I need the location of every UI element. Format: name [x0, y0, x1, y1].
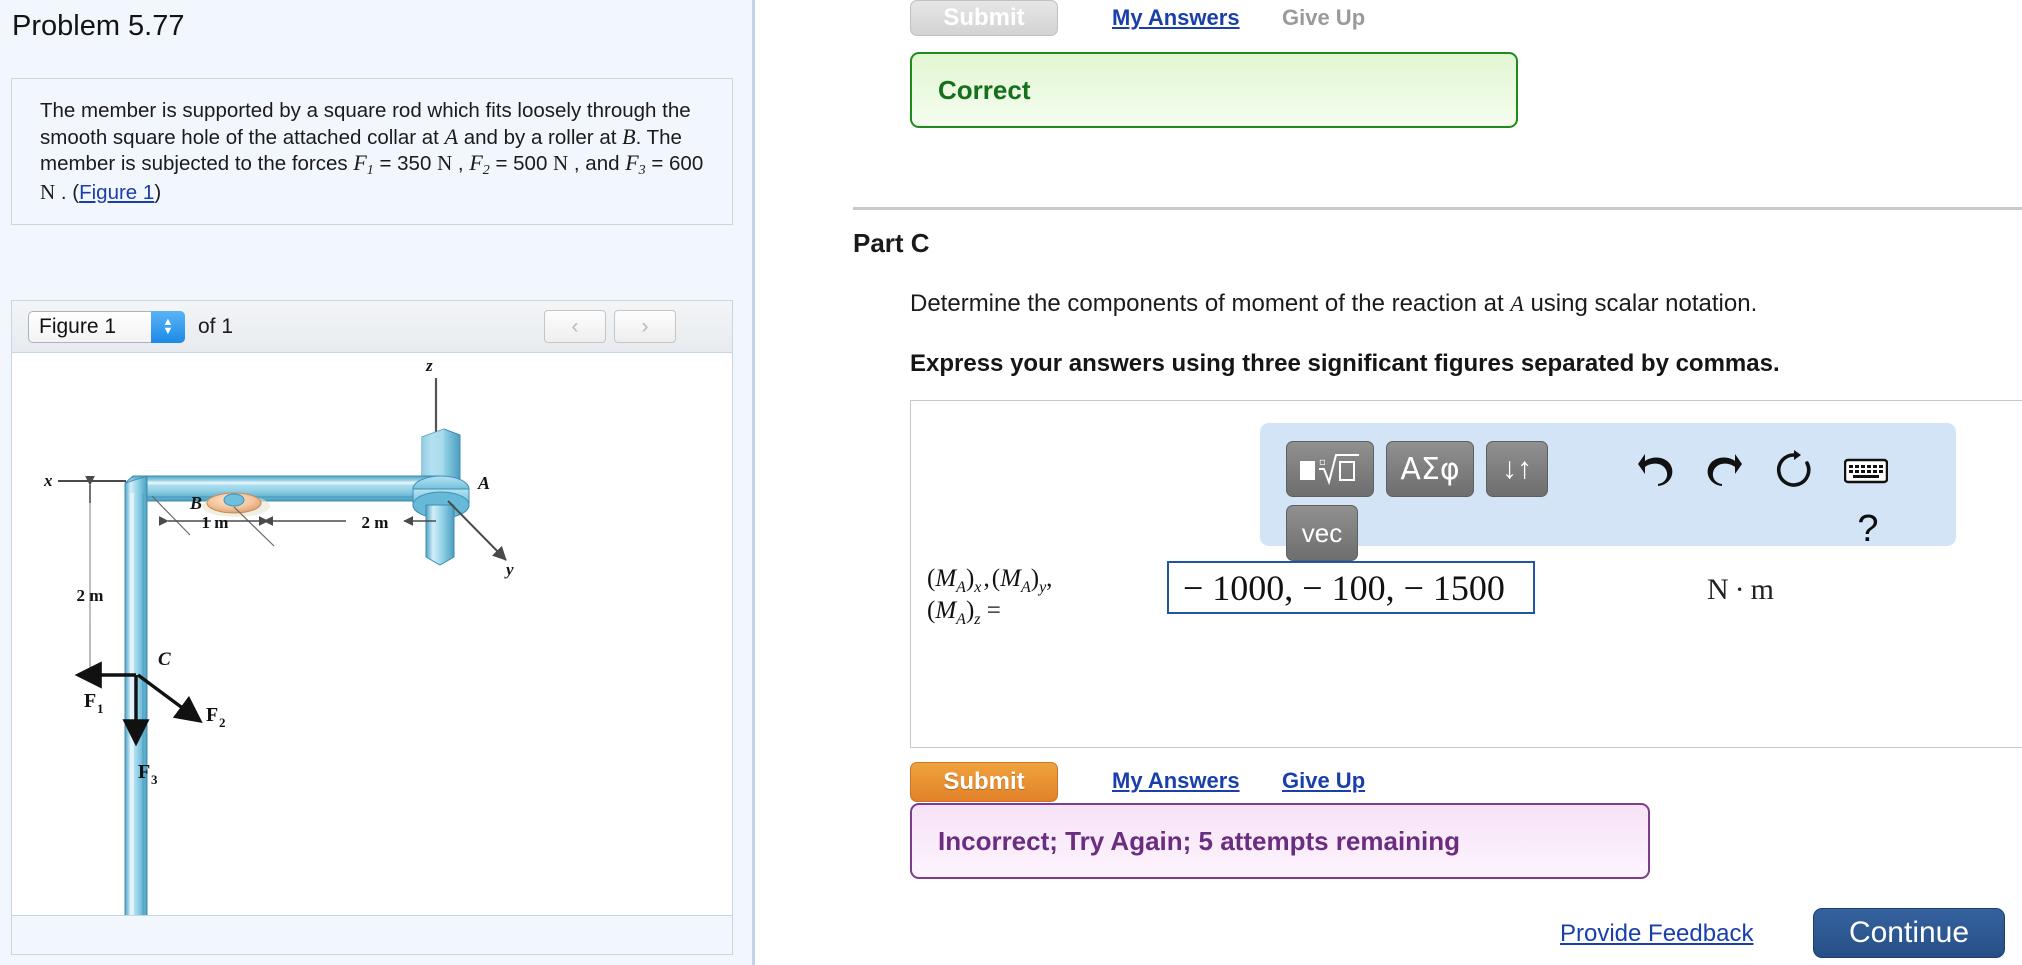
- page-title: Problem 5.77: [12, 10, 185, 42]
- answer-units-label: N · m: [1707, 573, 1775, 606]
- mechanics-diagram: z A y x B 1 m 2 m 2 m C F 1 F 3 F 2: [43, 356, 514, 954]
- question-text-pre: Determine the components of moment of th…: [910, 290, 1511, 317]
- figure-count-label: of 1: [198, 315, 234, 338]
- problem-panel: Problem 5.77 The member is supported by …: [0, 0, 755, 965]
- answer-input[interactable]: − 1000, − 100, − 1500: [1167, 561, 1535, 614]
- statement-var-f3: F: [625, 150, 639, 176]
- vector-button[interactable]: vec: [1286, 505, 1358, 561]
- greek-symbols-button[interactable]: ΑΣφ: [1386, 441, 1474, 497]
- statement-sub-1: 1: [366, 163, 374, 179]
- stepper-down-icon: ▼: [162, 325, 174, 337]
- continue-button[interactable]: Continue: [1813, 908, 2005, 958]
- statement-unit-n-3: N: [40, 179, 56, 204]
- figure-select-stepper-icon[interactable]: ▲ ▼: [151, 311, 185, 343]
- reset-glyph: [1776, 450, 1811, 487]
- svg-text:F: F: [138, 761, 150, 783]
- statement-eq-3: = 600: [645, 152, 704, 176]
- svg-text:B: B: [189, 493, 202, 513]
- answer-entry-box: ▫ ΑΣφ ↓↑ vec ? (MA)x , (MA)y, (MA)z = − …: [910, 400, 2022, 748]
- svg-text:▫: ▫: [1319, 457, 1326, 468]
- submit-button-part-c[interactable]: Submit: [910, 762, 1058, 802]
- reset-icon[interactable]: [1766, 443, 1822, 497]
- figure-select-value: Figure 1: [39, 315, 117, 338]
- undo-glyph: [1638, 454, 1673, 486]
- figure-select[interactable]: Figure 1 ▲ ▼: [28, 311, 185, 343]
- question-text-post: using scalar notation.: [1523, 290, 1758, 317]
- submit-button-part-b: Submit: [910, 0, 1058, 36]
- statement-part-4: ,: [452, 152, 470, 176]
- my-answers-link-part-c[interactable]: My Answers: [1112, 768, 1240, 794]
- figure-1-link[interactable]: Figure 1: [79, 181, 154, 204]
- redo-icon[interactable]: [1696, 445, 1752, 497]
- svg-text:z: z: [425, 356, 433, 375]
- keyboard-glyph: [1844, 458, 1888, 484]
- figure-toolbar: Figure 1 ▲ ▼ of 1 ‹ ›: [12, 301, 732, 353]
- statement-part-6: . (: [55, 180, 80, 204]
- chevron-right-icon: ›: [641, 314, 649, 338]
- svg-text:1 m: 1 m: [202, 513, 229, 532]
- statement-sub-3: 3: [638, 163, 646, 179]
- my-answers-link-part-b[interactable]: My Answers: [1112, 5, 1240, 31]
- math-toolbar: ▫ ΑΣφ ↓↑ vec ?: [1260, 423, 1956, 561]
- svg-text:1: 1: [97, 701, 104, 716]
- problem-statement-box: The member is supported by a square rod …: [11, 78, 733, 225]
- statement-eq-2: = 500: [489, 152, 554, 176]
- section-divider: [853, 207, 2022, 210]
- statement-unit-n-2: N: [553, 151, 569, 176]
- answer-label: (MA)x , (MA)y, (MA)z =: [927, 565, 1157, 630]
- statement-part-2: and by a roller at: [458, 125, 623, 149]
- part-c-instruction: Express your answers using three signifi…: [910, 350, 1780, 377]
- statement-var-f2: F: [469, 150, 483, 176]
- problem-statement-text: The member is supported by a square rod …: [40, 99, 704, 206]
- part-c-question: Determine the components of moment of th…: [910, 290, 1757, 318]
- statement-eq-1: = 350: [373, 152, 438, 176]
- figure-bottom-strip: [12, 915, 732, 954]
- undo-icon[interactable]: [1628, 445, 1684, 497]
- help-icon[interactable]: ?: [1840, 503, 1896, 555]
- give-up-link-part-c[interactable]: Give Up: [1282, 768, 1365, 794]
- updown-arrows-button[interactable]: ↓↑: [1486, 441, 1548, 497]
- svg-text:x: x: [43, 471, 53, 490]
- question-var-a: A: [1510, 291, 1524, 316]
- statement-var-b: B: [622, 123, 636, 149]
- svg-text:2 m: 2 m: [77, 586, 104, 605]
- statement-part-7: ): [154, 180, 162, 204]
- svg-text:F: F: [84, 690, 96, 712]
- statement-var-f1: F: [353, 150, 367, 176]
- status-badge-correct: Correct: [910, 52, 1518, 128]
- svg-text:C: C: [158, 649, 171, 670]
- svg-text:A: A: [477, 473, 490, 493]
- statement-unit-n-1: N: [437, 151, 453, 176]
- answer-label-line-2: (MA)z =: [927, 597, 1001, 629]
- fraction-sqrt-glyph: ▫: [1300, 454, 1359, 486]
- fraction-sqrt-icon[interactable]: ▫: [1286, 441, 1374, 497]
- give-up-link-part-b: Give Up: [1282, 5, 1366, 30]
- statement-sub-2: 2: [482, 163, 490, 179]
- figure-frame: Figure 1 ▲ ▼ of 1 ‹ › z A y x B 1 m 2 m …: [11, 300, 733, 955]
- statement-var-a: A: [444, 123, 459, 149]
- keyboard-icon[interactable]: [1838, 449, 1894, 493]
- svg-text:2 m: 2 m: [362, 513, 389, 532]
- statement-part-5: , and: [568, 152, 626, 176]
- redo-glyph: [1707, 454, 1742, 486]
- answer-label-line-1: (MA)x , (MA)y,: [927, 565, 1053, 596]
- figure-canvas[interactable]: z A y x B 1 m 2 m 2 m C F 1 F 3 F 2: [12, 353, 732, 954]
- svg-text:3: 3: [151, 772, 158, 787]
- figure-prev-button[interactable]: ‹: [544, 310, 606, 343]
- figure-next-button[interactable]: ›: [614, 310, 676, 343]
- status-badge-incorrect: Incorrect; Try Again; 5 attempts remaini…: [910, 803, 1650, 879]
- svg-text:2: 2: [219, 715, 226, 730]
- provide-feedback-link[interactable]: Provide Feedback: [1560, 920, 1753, 948]
- chevron-left-icon: ‹: [571, 314, 579, 338]
- page-root: Problem 5.77 The member is supported by …: [0, 0, 2022, 965]
- svg-text:y: y: [504, 560, 514, 579]
- svg-text:F: F: [206, 704, 218, 726]
- part-c-title: Part C: [853, 228, 930, 258]
